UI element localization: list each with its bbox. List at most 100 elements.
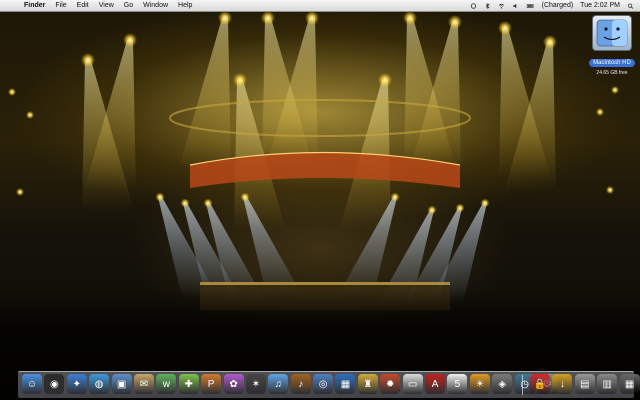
spotlight — [261, 11, 275, 25]
drive-label: Macintosh HD — [589, 59, 635, 67]
desktop-drive-icon[interactable]: Macintosh HD 24.65 GB free — [589, 15, 635, 77]
menu-bar: Finder File Edit View Go Window Help (Ch… — [0, 0, 640, 12]
spotlight — [233, 73, 247, 87]
safari-icon[interactable]: ✦ — [66, 374, 87, 394]
paper-icon[interactable]: ✉ — [133, 374, 154, 394]
spotlight — [498, 21, 512, 35]
finder-icon[interactable]: ☺ — [22, 374, 42, 394]
stage-light — [390, 192, 400, 202]
preview-icon[interactable]: ▣ — [111, 374, 132, 394]
camera-glyph: ◎ — [318, 378, 328, 390]
graphics-icon[interactable]: ◈ — [492, 374, 513, 394]
safari-glyph: ✦ — [72, 378, 81, 390]
finder-face-icon — [596, 19, 628, 47]
photo-icon[interactable]: ✿ — [223, 374, 244, 394]
lock-icon[interactable]: 🔒 — [530, 374, 550, 394]
dock-stacks: 🔒↓▤▥▦🗑 — [530, 374, 640, 394]
documents-stack-glyph: ▤ — [580, 378, 590, 390]
menu-file[interactable]: File — [55, 0, 66, 11]
downloads-stack-glyph: ↓ — [559, 378, 565, 390]
stage-light — [427, 205, 437, 215]
side-light — [606, 186, 614, 194]
menu-window[interactable]: Window — [143, 0, 168, 11]
light-beam — [179, 18, 231, 168]
calendar-glyph: 5 — [454, 378, 461, 390]
stage-light — [180, 198, 190, 208]
menu-view[interactable]: View — [99, 0, 114, 11]
puzzle-glyph: ✚ — [184, 378, 193, 390]
game-glyph: ✹ — [386, 378, 395, 390]
spotlight — [123, 33, 137, 47]
battery-icon[interactable] — [526, 3, 535, 9]
side-light — [8, 88, 16, 96]
dashboard-icon[interactable]: ◉ — [44, 374, 65, 394]
guitar-glyph: ♪ — [298, 378, 304, 390]
camera-icon[interactable]: ◎ — [313, 374, 334, 394]
star-glyph: ✶ — [251, 378, 261, 390]
star-icon[interactable]: ✶ — [245, 374, 266, 394]
hard-drive-icon — [592, 15, 632, 51]
side-light — [596, 108, 604, 116]
side-light — [611, 86, 619, 94]
network-stack-icon[interactable]: ▦ — [619, 374, 640, 394]
spotlight — [403, 11, 417, 25]
downloads-stack-icon[interactable]: ↓ — [552, 374, 573, 394]
finder-glyph: ☺ — [26, 378, 38, 390]
folder-stack-icon[interactable]: ▥ — [597, 374, 618, 394]
game-icon[interactable]: ✹ — [380, 374, 401, 394]
itunes-icon[interactable]: ♫ — [268, 374, 289, 394]
screenshot-glyph: ▭ — [407, 378, 418, 390]
itunes-glyph: ♫ — [274, 378, 283, 390]
menu-list: Finder File Edit View Go Window Help — [24, 0, 202, 11]
spotlight-icon[interactable] — [627, 3, 634, 9]
guitar-icon[interactable]: ♪ — [290, 374, 311, 394]
clock[interactable]: Tue 2:02 PM — [580, 0, 620, 11]
battery-status[interactable]: (Charged) — [542, 0, 574, 11]
spotlight — [378, 73, 392, 87]
dashboard-glyph: ◉ — [50, 378, 59, 390]
wifi-icon[interactable] — [498, 3, 505, 9]
network-stack-glyph: ▦ — [624, 378, 635, 390]
drive-free-space: 24.65 GB free — [596, 70, 628, 76]
stage-light — [203, 198, 213, 208]
stage-light — [455, 203, 465, 213]
sync-icon[interactable] — [470, 2, 477, 9]
spotlight — [305, 11, 319, 25]
puzzle-icon[interactable]: ✚ — [178, 374, 199, 394]
lock-glyph: 🔒 — [533, 378, 547, 390]
desktop-wallpaper — [0, 0, 640, 400]
stage-light — [480, 198, 490, 208]
sun-glyph: ☀ — [475, 378, 485, 390]
dock: ☺◉✦◍▣✉w✚P✿✶♫♪◎▦♜✹▭A5☀◈◷⚙ 🔒↓▤▥▦🗑 — [18, 371, 640, 398]
dock-apps: ☺◉✦◍▣✉w✚P✿✶♫♪◎▦♜✹▭A5☀◈◷⚙ — [22, 374, 559, 394]
acrobat-glyph: A — [431, 378, 439, 390]
chess-glyph: ♜ — [363, 378, 373, 390]
stage-light — [155, 192, 165, 202]
iphoto-icon[interactable]: ▦ — [335, 374, 356, 394]
spotlight — [543, 35, 557, 49]
globe-glyph: ◍ — [94, 378, 104, 390]
volume-icon[interactable] — [512, 3, 519, 9]
side-light — [16, 188, 24, 196]
side-light — [26, 111, 34, 119]
p-app-icon[interactable]: P — [201, 374, 222, 394]
paper-glyph: ✉ — [139, 378, 149, 390]
ichat-icon[interactable]: w — [156, 374, 177, 394]
sun-icon[interactable]: ☀ — [469, 374, 490, 394]
screenshot-icon[interactable]: ▭ — [402, 374, 423, 394]
preview-glyph: ▣ — [116, 378, 127, 390]
menu-go[interactable]: Go — [124, 0, 133, 11]
calendar-icon[interactable]: 5 — [447, 374, 468, 394]
menu-edit[interactable]: Edit — [77, 0, 89, 11]
bluetooth-icon[interactable] — [484, 2, 491, 9]
spotlight — [218, 11, 232, 25]
menu-app-name[interactable]: Finder — [24, 0, 45, 11]
menu-help[interactable]: Help — [178, 0, 192, 11]
chess-icon[interactable]: ♜ — [357, 374, 378, 394]
acrobat-icon[interactable]: A — [425, 374, 446, 394]
folder-stack-glyph: ▥ — [602, 378, 612, 390]
iphoto-glyph: ▦ — [340, 378, 351, 390]
documents-stack-icon[interactable]: ▤ — [574, 374, 595, 394]
globe-icon[interactable]: ◍ — [89, 374, 110, 394]
dock-separator — [522, 375, 523, 395]
